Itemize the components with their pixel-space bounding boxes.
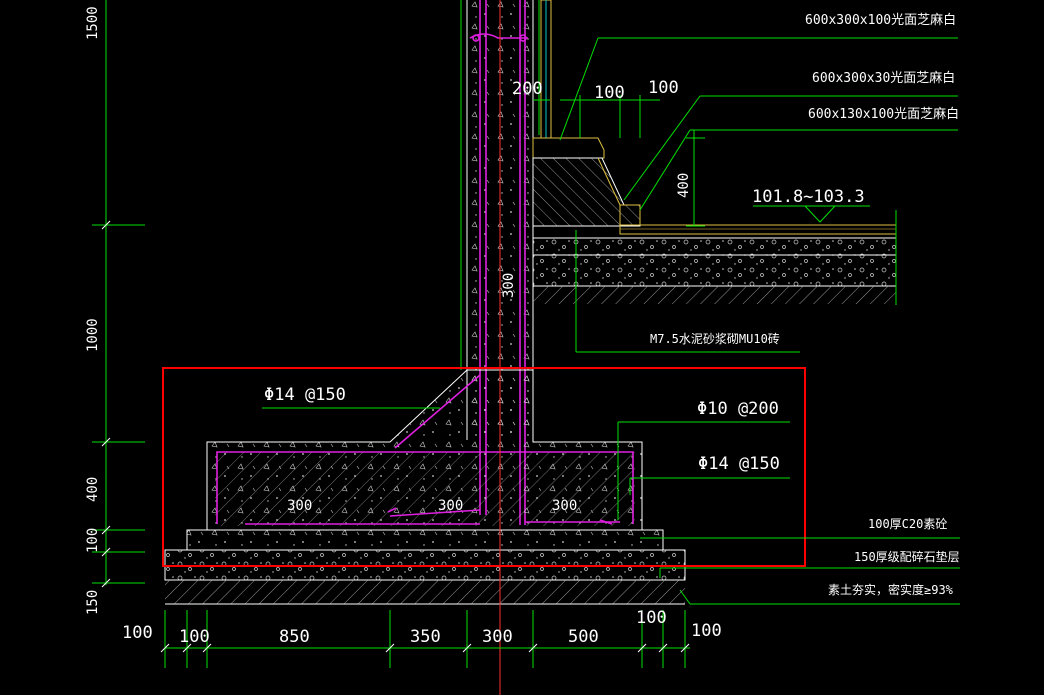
c20-layer-label: 100厚C20素砼 <box>868 517 947 531</box>
cad-drawing: 600x300x100光面芝麻白 600x300x30光面芝麻白 600x130… <box>85 0 960 695</box>
dim-bottom-100-a: 100 <box>122 623 153 643</box>
dim-curb-100a: 100 <box>594 83 625 103</box>
elevation-label: 101.8~103.3 <box>752 187 865 207</box>
dim-bottom-850: 850 <box>279 627 310 647</box>
rebar-label-right: Φ14 @150 <box>698 454 780 474</box>
rebar-label-d10: Φ10 @200 <box>697 399 779 419</box>
footing <box>164 369 686 605</box>
gravel-layer-label: 150厚级配碎石垫层 <box>854 549 960 564</box>
dim-left-100: 100 <box>85 528 101 553</box>
dim-base-300-mid: 300 <box>438 498 463 514</box>
rebar-label-top: Φ14 @150 <box>264 385 346 405</box>
dim-wall-300: 300 <box>501 273 517 298</box>
dim-left-400: 400 <box>85 477 101 502</box>
dim-left-1000: 1000 <box>85 318 101 352</box>
dim-bottom-300: 300 <box>482 627 513 647</box>
dim-bottom-100-c: 100 <box>636 608 667 628</box>
dim-left-1500: 1500 <box>85 6 101 40</box>
tile-label-2: 600x300x30光面芝麻白 <box>812 70 955 86</box>
dim-curb-400: 400 <box>676 173 692 198</box>
dim-bottom-350: 350 <box>410 627 441 647</box>
masonry-label: M7.5水泥砂浆砌MU10砖 <box>650 331 780 346</box>
dim-left-150: 150 <box>85 590 101 615</box>
dim-base-300-left: 300 <box>287 498 312 514</box>
dim-curb-100b: 100 <box>648 78 679 98</box>
dim-bottom-500: 500 <box>568 627 599 647</box>
dim-base-300-right: 300 <box>552 498 577 514</box>
soil-label: 素土夯实，密实度≥93% <box>828 582 954 597</box>
paving-layers <box>532 0 897 305</box>
tile-label-3: 600x130x100光面芝麻白 <box>808 106 959 122</box>
tile-label-1: 600x300x100光面芝麻白 <box>805 12 956 28</box>
dim-bottom-100-d: 100 <box>691 621 722 641</box>
dim-bottom-100-b: 100 <box>179 627 210 647</box>
dim-wall-200: 200 <box>512 79 543 99</box>
